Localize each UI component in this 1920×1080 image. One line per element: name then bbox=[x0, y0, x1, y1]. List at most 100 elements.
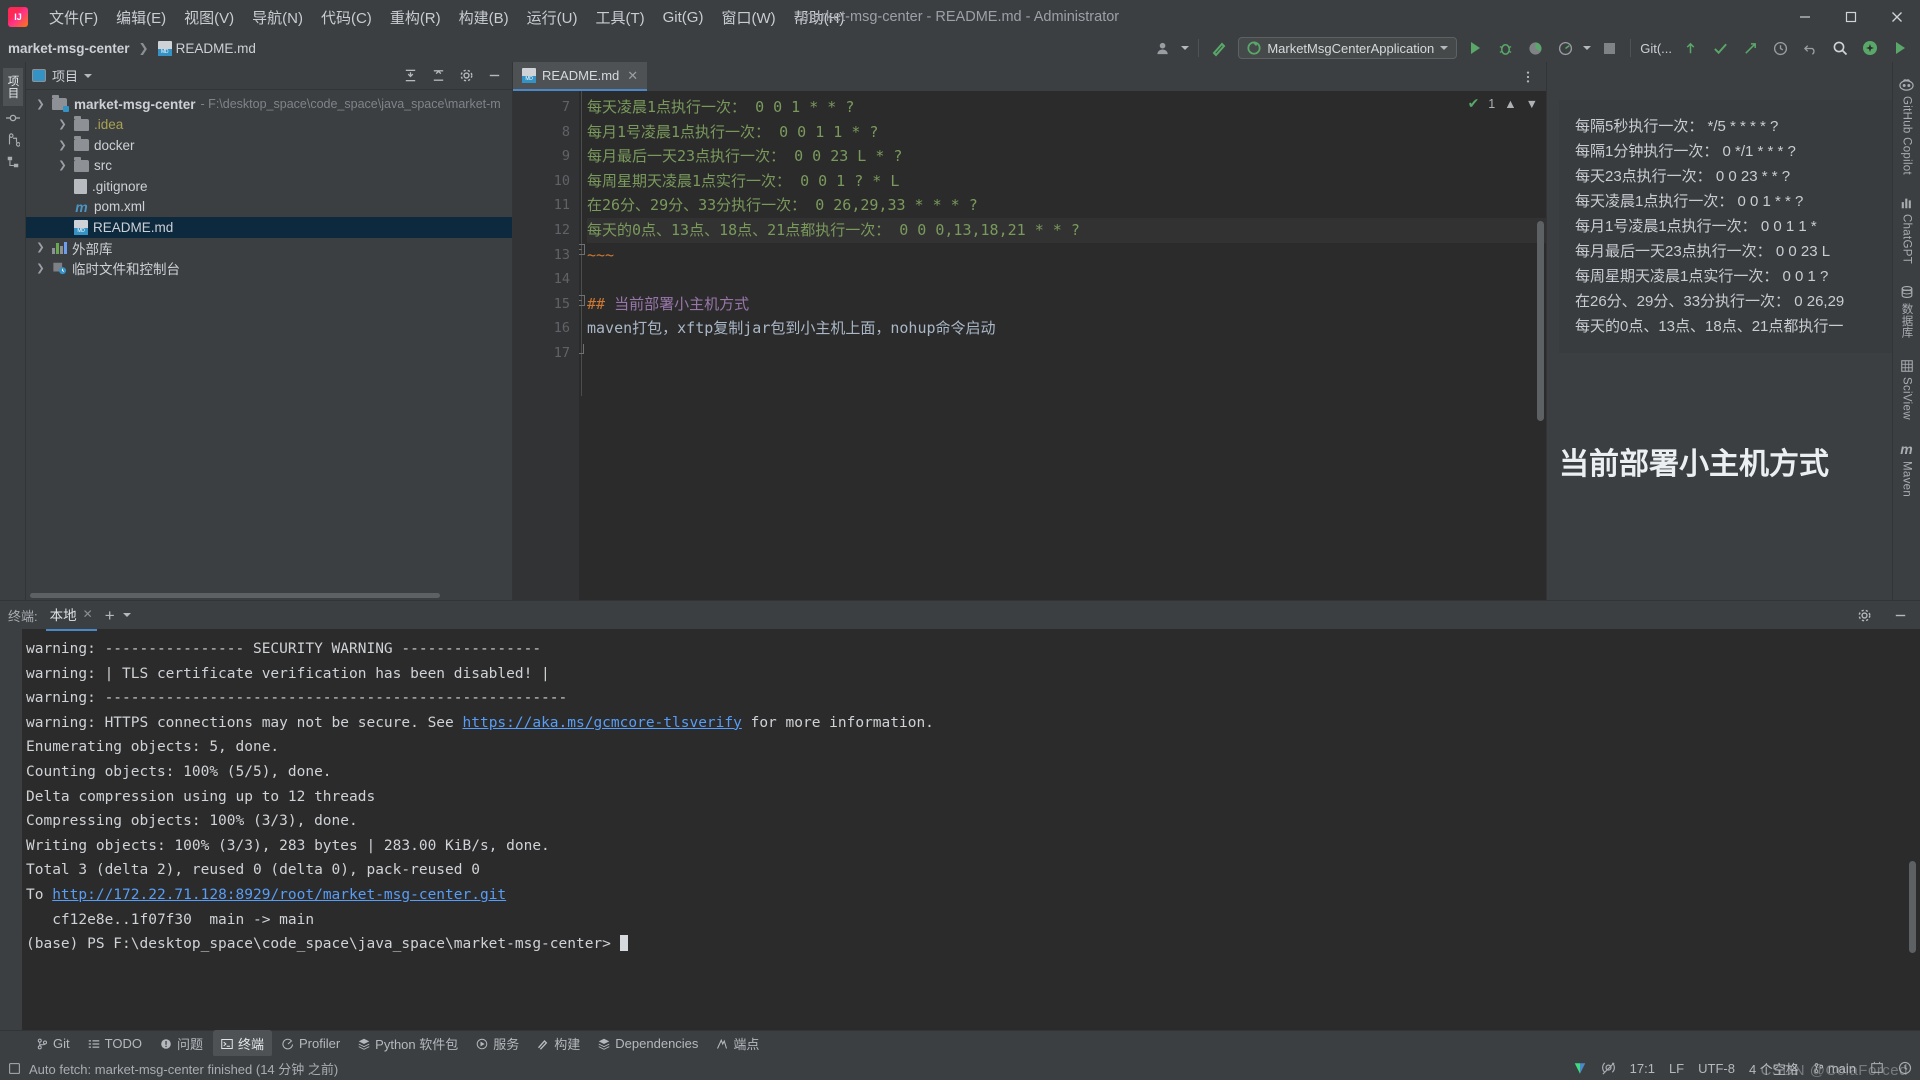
indent-setting[interactable]: 4 个空格 bbox=[1749, 1059, 1799, 1078]
right-tab-sciview[interactable]: SciView bbox=[1900, 354, 1914, 432]
close-button[interactable] bbox=[1874, 0, 1920, 34]
new-terminal-tab-icon[interactable]: + bbox=[105, 607, 115, 624]
power-save-mode-icon[interactable] bbox=[1601, 1061, 1616, 1076]
menu-git[interactable]: Git(G) bbox=[654, 6, 713, 29]
file-encoding[interactable]: UTF-8 bbox=[1698, 1061, 1735, 1076]
tree-row-src[interactable]: ❯ src bbox=[26, 156, 512, 177]
toolwindow-build[interactable]: 构建 bbox=[529, 1030, 588, 1057]
user-avatar-icon[interactable] bbox=[1151, 37, 1175, 59]
editor-options-icon[interactable] bbox=[1516, 66, 1540, 88]
run-with-coverage-button[interactable] bbox=[1523, 37, 1547, 59]
toolwindow-todo[interactable]: TODO bbox=[80, 1032, 150, 1055]
ide-inspection-level-icon[interactable] bbox=[1573, 1061, 1587, 1076]
right-tab-maven[interactable]: m Maven bbox=[1900, 436, 1912, 509]
editor-code-area[interactable]: 每天凌晨1点执行一次： 0 0 1 * * ? 每月1号凌晨1点执行一次： 0 … bbox=[579, 91, 1546, 600]
next-highlight-icon[interactable]: ▼ bbox=[1526, 97, 1538, 111]
user-menu-chevron-down-icon[interactable] bbox=[1181, 46, 1190, 50]
toolwindow-services[interactable]: 服务 bbox=[468, 1030, 527, 1057]
line-separator[interactable]: LF bbox=[1669, 1061, 1684, 1076]
menu-tools[interactable]: 工具(T) bbox=[586, 4, 653, 31]
toolwindow-problems[interactable]: 问题 bbox=[152, 1030, 211, 1057]
settings-gear-icon[interactable] bbox=[454, 65, 478, 87]
terminal-link[interactable]: https://aka.ms/gcmcore-tlsverify bbox=[463, 715, 742, 731]
tree-row-docker[interactable]: ❯ docker bbox=[26, 135, 512, 156]
git-widget-label[interactable]: Git(... bbox=[1640, 41, 1672, 56]
undo-icon[interactable] bbox=[1798, 37, 1822, 59]
editor-gutter[interactable]: 7 8 9 10 11 12 13 14 15 16 17 bbox=[513, 91, 579, 600]
close-tab-icon[interactable]: ✕ bbox=[627, 68, 638, 84]
tree-row-gitignore[interactable]: .gitignore bbox=[26, 176, 512, 197]
chevron-right-icon[interactable]: ❯ bbox=[34, 263, 47, 274]
memory-indicator-icon[interactable] bbox=[1870, 1061, 1884, 1075]
chevron-right-icon[interactable]: ❯ bbox=[56, 140, 69, 151]
toolwindow-endpoints[interactable]: 端点 bbox=[708, 1030, 767, 1057]
collapse-all-icon[interactable] bbox=[426, 65, 450, 87]
fold-end-marker-17[interactable] bbox=[579, 344, 584, 354]
run-main-icon[interactable] bbox=[1888, 37, 1912, 59]
expand-all-icon[interactable] bbox=[398, 65, 422, 87]
markdown-preview-panel[interactable]: 每隔5秒执行一次： */5 * * * * ? 每隔1分钟执行一次： 0 */1… bbox=[1546, 62, 1892, 600]
git-history-icon[interactable] bbox=[1768, 37, 1792, 59]
toolwindow-terminal[interactable]: 终端 bbox=[212, 1030, 272, 1057]
notifications-icon[interactable] bbox=[1898, 1061, 1912, 1075]
menu-run[interactable]: 运行(U) bbox=[518, 4, 587, 31]
toolwindow-profiler[interactable]: Profiler bbox=[274, 1032, 348, 1055]
menu-refactor[interactable]: 重构(R) bbox=[381, 4, 450, 31]
profile-chevron-down-icon[interactable] bbox=[1583, 46, 1592, 50]
caret-position[interactable]: 17:1 bbox=[1630, 1061, 1655, 1076]
tree-row-scratches[interactable]: ❯ 临时文件和控制台 bbox=[26, 258, 512, 279]
left-tab-project[interactable]: 项目 bbox=[2, 68, 23, 106]
editor-vertical-scrollbar[interactable] bbox=[1537, 221, 1544, 421]
fold-start-marker-15[interactable]: − bbox=[579, 295, 585, 306]
run-button[interactable] bbox=[1463, 37, 1487, 59]
menu-build[interactable]: 构建(B) bbox=[450, 4, 518, 31]
editor-tab-readme[interactable]: README.md ✕ bbox=[513, 62, 648, 91]
search-everywhere-icon[interactable] bbox=[1828, 37, 1852, 59]
git-commit-icon[interactable] bbox=[1708, 37, 1732, 59]
menu-help[interactable]: 帮助(H) bbox=[785, 4, 854, 31]
editor-area[interactable]: 7 8 9 10 11 12 13 14 15 16 17 每天凌晨1点执行一次… bbox=[513, 91, 1546, 600]
previous-highlight-icon[interactable]: ▲ bbox=[1504, 97, 1516, 111]
hide-terminal-icon[interactable] bbox=[1888, 604, 1912, 626]
git-push-icon[interactable] bbox=[1738, 37, 1762, 59]
terminal-output[interactable]: warning: ---------------- SECURITY WARNI… bbox=[0, 629, 1920, 1030]
tree-row-readme[interactable]: README.md bbox=[26, 217, 512, 238]
right-tab-chatgpt[interactable]: ChatGPT bbox=[1900, 191, 1914, 276]
maximize-button[interactable] bbox=[1828, 0, 1874, 34]
menu-navigate[interactable]: 导航(N) bbox=[243, 4, 312, 31]
close-terminal-tab-icon[interactable]: ✕ bbox=[83, 607, 93, 621]
tree-row-external-libraries[interactable]: ❯ 外部库 bbox=[26, 238, 512, 259]
tree-row-module-root[interactable]: ❯ market-msg-center - F:\desktop_space\c… bbox=[26, 94, 512, 115]
hide-panel-icon[interactable] bbox=[482, 65, 506, 87]
toolwindow-dependencies[interactable]: Dependencies bbox=[590, 1032, 706, 1055]
pull-requests-icon[interactable] bbox=[3, 130, 23, 150]
terminal-tab-local[interactable]: 本地 ✕ bbox=[45, 600, 97, 631]
stop-button[interactable] bbox=[1597, 37, 1621, 59]
terminal-settings-gear-icon[interactable] bbox=[1852, 604, 1876, 626]
right-tab-database[interactable]: 数据库 bbox=[1899, 280, 1915, 350]
structure-icon[interactable] bbox=[3, 152, 23, 172]
inspection-widget[interactable]: ✔ 1 ▲ ▼ bbox=[1468, 95, 1538, 112]
chevron-right-icon[interactable]: ❯ bbox=[56, 160, 69, 171]
commit-icon[interactable] bbox=[3, 108, 23, 128]
chevron-down-icon[interactable]: ❯ bbox=[34, 99, 47, 110]
git-branch-widget[interactable]: main bbox=[1813, 1061, 1856, 1076]
menu-file[interactable]: 文件(F) bbox=[40, 4, 107, 31]
run-config-chevron-down-icon[interactable] bbox=[1440, 46, 1449, 50]
menu-view[interactable]: 视图(V) bbox=[175, 4, 243, 31]
menu-code[interactable]: 代码(C) bbox=[312, 4, 381, 31]
ai-assistant-icon[interactable] bbox=[1858, 37, 1882, 59]
menu-window[interactable]: 窗口(W) bbox=[712, 4, 784, 31]
tree-row-idea[interactable]: ❯ .idea bbox=[26, 115, 512, 136]
menu-edit[interactable]: 编辑(E) bbox=[107, 4, 175, 31]
minimize-button[interactable] bbox=[1782, 0, 1828, 34]
hammer-build-icon[interactable] bbox=[1208, 37, 1232, 59]
toolwindow-python-packages[interactable]: Python 软件包 bbox=[350, 1030, 466, 1057]
toolwindow-git[interactable]: Git bbox=[28, 1032, 78, 1055]
right-tab-github-copilot[interactable]: GitHub Copilot bbox=[1899, 72, 1914, 187]
run-configuration-selector[interactable]: MarketMsgCenterApplication bbox=[1238, 37, 1458, 59]
fold-end-marker-13[interactable]: − bbox=[579, 244, 585, 255]
breadcrumb-file[interactable]: README.md bbox=[157, 40, 256, 56]
chevron-right-icon[interactable]: ❯ bbox=[34, 242, 47, 253]
tree-row-pom[interactable]: m pom.xml bbox=[26, 197, 512, 218]
